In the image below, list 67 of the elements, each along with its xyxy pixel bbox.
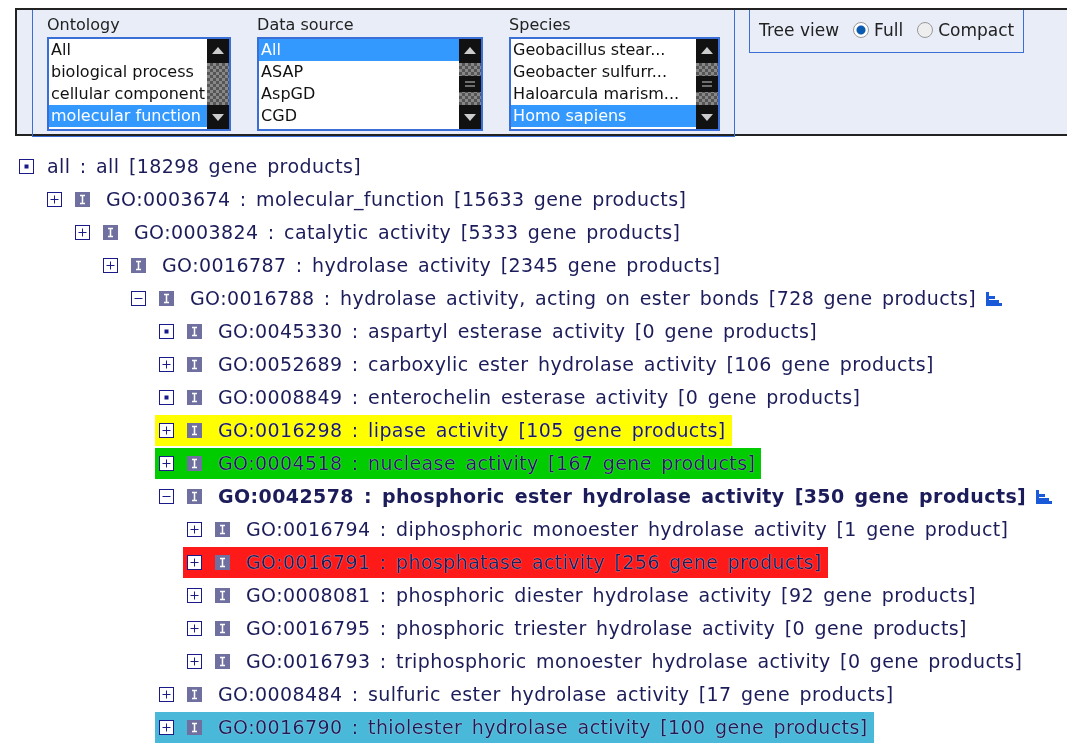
expand-icon[interactable] [75, 225, 90, 240]
list-option[interactable]: AspGD [259, 83, 460, 105]
list-box[interactable]: All ASAP AspGD CGD [257, 37, 484, 131]
scroll-up-icon[interactable] [696, 39, 719, 63]
list-box[interactable]: Geobacillus stear... Geobacter sulfurr... Haloarcula marism... Homo sapiens [509, 37, 721, 131]
expand-icon[interactable] [159, 423, 174, 438]
chart-icon[interactable] [1036, 489, 1053, 504]
list-option[interactable]: Haloarcula marism... [511, 83, 697, 105]
tree-view-label: Tree view [759, 19, 840, 42]
radio-option[interactable]: Compact [917, 18, 1015, 44]
list-option[interactable]: CGD [259, 105, 460, 127]
tree-node-link[interactable]: GO:0016298 : lipase activity [105 gene products] [218, 416, 726, 445]
tree-node-link[interactable]: GO:0052689 : carboxylic ester hydrolase activity [106 gene products] [218, 350, 934, 379]
tree-node-link[interactable]: GO:0003824 : catalytic activity [5333 gene products] [134, 218, 681, 247]
scroll-up-icon[interactable] [207, 39, 230, 63]
scrollbar[interactable] [459, 39, 482, 129]
tree-node-link[interactable]: GO:0016788 : hydrolase activity, acting on ester bonds [728 gene products] [190, 284, 977, 313]
expand-icon[interactable] [159, 687, 174, 702]
leaf-node-icon[interactable] [19, 159, 34, 174]
chart-icon[interactable] [986, 291, 1003, 306]
tree-node-link[interactable]: GO:0016791 : phosphatase activity [256 gene products] [246, 548, 822, 577]
expand-icon[interactable] [187, 654, 202, 669]
leaf-node-icon[interactable] [159, 324, 174, 339]
scrollbar[interactable] [696, 39, 719, 129]
tree-node-link[interactable]: GO:0016794 : diphosphoric monoester hydrolase activity [1 gene product] [246, 515, 1009, 544]
scroll-down-icon[interactable] [207, 105, 230, 129]
collapse-icon[interactable] [159, 489, 174, 504]
tree-node-link[interactable]: GO:0016793 : triphosphoric monoester hydrolase activity [0 gene products] [246, 647, 1023, 676]
tree-node-link[interactable]: GO:0008081 : phosphoric diester hydrolase activity [92 gene products] [246, 581, 976, 610]
tree-node-link[interactable]: GO:0004518 : nuclease activity [167 gene products] [218, 449, 756, 478]
list-option[interactable]: cellular component [49, 83, 208, 105]
tree-node-link[interactable]: GO:0008849 : enterochelin esterase activity [0 gene products] [218, 383, 861, 412]
radio-option[interactable]: Full [853, 18, 904, 44]
list-label: Data source [257, 16, 355, 34]
scrollbar[interactable] [207, 39, 230, 129]
tree-node-link[interactable]: GO:0003674 : molecular_function [15633 gene products] [106, 185, 687, 214]
list-option[interactable]: Geobacter sulfurr... [511, 61, 697, 83]
scroll-thumb[interactable] [459, 76, 482, 92]
leaf-node-icon[interactable] [159, 390, 174, 405]
expand-icon[interactable] [103, 258, 118, 273]
tree-node-link[interactable]: GO:0042578 : phosphoric ester hydrolase activity [350 gene products] [218, 482, 1027, 511]
expand-icon[interactable] [187, 621, 202, 636]
tree-node-link[interactable]: all : all [18298 gene products] [47, 152, 362, 181]
tree-node-link[interactable]: GO:0045330 : aspartyl esterase activity [0 gene products] [218, 317, 818, 346]
expand-icon[interactable] [187, 522, 202, 537]
list-option[interactable]: ASAP [259, 61, 460, 83]
scroll-thumb[interactable] [696, 76, 719, 92]
tree-node-link[interactable]: GO:0016795 : phosphoric triester hydrolase activity [0 gene products] [246, 614, 967, 643]
tree-node-link[interactable]: GO:0016790 : thiolester hydrolase activity [100 gene products] [218, 713, 868, 742]
list-label: Ontology [47, 16, 121, 34]
expand-icon[interactable] [187, 588, 202, 603]
list-option[interactable]: biological process [49, 61, 208, 83]
list-option[interactable]: All [49, 39, 208, 61]
expand-icon[interactable] [187, 555, 202, 570]
list-label: Species [509, 16, 572, 34]
tree-node-link[interactable]: GO:0008484 : sulfuric ester hydrolase activity [17 gene products] [218, 680, 894, 709]
scroll-down-icon[interactable] [459, 105, 482, 129]
collapse-icon[interactable] [131, 291, 146, 306]
tree-node-link[interactable]: GO:0016787 : hydrolase activity [2345 gene products] [162, 251, 721, 280]
expand-icon[interactable] [159, 456, 174, 471]
scroll-down-icon[interactable] [696, 105, 719, 129]
expand-icon[interactable] [159, 357, 174, 372]
list-box[interactable]: All biological process cellular component molecular function [47, 37, 232, 131]
expand-icon[interactable] [47, 192, 62, 207]
list-option[interactable]: Geobacillus stear... [511, 39, 697, 61]
scroll-up-icon[interactable] [459, 39, 482, 63]
expand-icon[interactable] [159, 720, 174, 735]
